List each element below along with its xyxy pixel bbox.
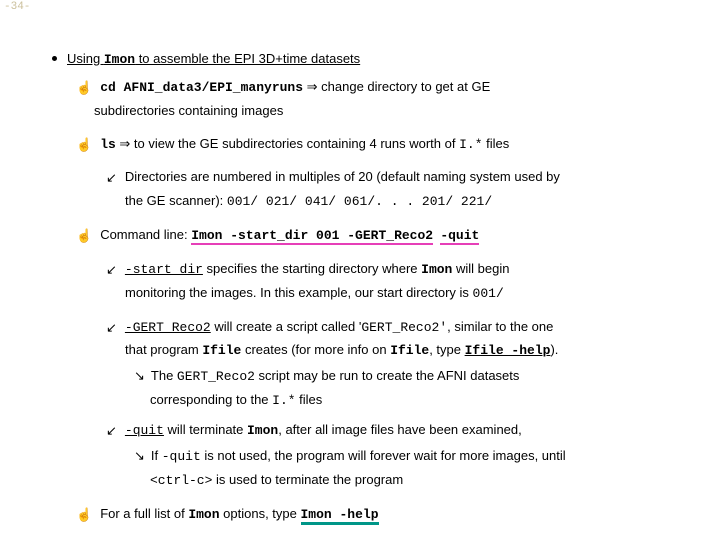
item-cd: ☝ cd AFNI_data3/EPI_manyruns ⇒ change di… (76, 78, 692, 98)
main-bullet: Using Imon to assemble the EPI 3D+time d… (52, 50, 692, 70)
item-gert-cont: that program Ifile creates (for more inf… (125, 341, 692, 361)
item-gert: ↙ -GERT_Reco2 will create a script calle… (106, 318, 692, 338)
item-gert-sub-cont: corresponding to the I.* files (150, 391, 692, 411)
item-quit: ↙ -quit will terminate Imon, after all i… (106, 421, 692, 441)
item-quit-sub-cont: <ctrl-c> is used to terminate the progra… (150, 471, 692, 491)
item-gert-text: -GERT_Reco2 will create a script called … (125, 318, 553, 338)
arrow-sw-icon: ↙ (106, 169, 117, 188)
page-number: -34- (4, 1, 30, 13)
item-help: ☝ For a full list of Imon options, type … (76, 505, 692, 525)
item-ls-text: ls ⇒ to view the GE subdirectories conta… (100, 135, 509, 155)
item-ls: ☝ ls ⇒ to view the GE subdirectories con… (76, 135, 692, 155)
item-gert-sub: ↘ The GERT_Reco2 script may be run to cr… (134, 367, 692, 387)
arrow-sw-icon: ↙ (106, 422, 117, 441)
finger-icon: ☝ (76, 136, 92, 155)
item-quit-sub: ↘ If -quit is not used, the program will… (134, 447, 692, 467)
item-startdir: ↙ -start_dir specifies the starting dire… (106, 260, 692, 280)
item-quit-sub-text: If -quit is not used, the program will f… (151, 447, 566, 467)
item-cd-cont: subdirectories containing images (94, 102, 692, 121)
item-dirs-cont: the GE scanner): 001/ 021/ 041/ 061/. . … (125, 192, 692, 212)
item-cd-text: cd AFNI_data3/EPI_manyruns ⇒ change dire… (100, 78, 490, 98)
item-startdir-text: -start_dir specifies the starting direct… (125, 260, 510, 280)
bullet-dot-icon (52, 56, 57, 61)
item-startdir-cont: monitoring the images. In this example, … (125, 284, 692, 304)
slide-body: Using Imon to assemble the EPI 3D+time d… (52, 50, 692, 524)
finger-icon: ☝ (76, 227, 92, 246)
item-help-text: For a full list of Imon options, type Im… (100, 505, 378, 525)
item-cmdline-text: Command line: Imon -start_dir 001 -GERT_… (100, 226, 479, 246)
arrow-se-icon: ↘ (134, 447, 145, 466)
arrow-sw-icon: ↙ (106, 319, 117, 338)
main-text: Using Imon to assemble the EPI 3D+time d… (67, 50, 360, 70)
finger-icon: ☝ (76, 506, 92, 525)
arrow-sw-icon: ↙ (106, 261, 117, 280)
item-cmdline: ☝ Command line: Imon -start_dir 001 -GER… (76, 226, 692, 246)
item-gert-sub-text: The GERT_Reco2 script may be run to crea… (151, 367, 520, 387)
finger-icon: ☝ (76, 79, 92, 98)
arrow-se-icon: ↘ (134, 367, 145, 386)
item-quit-text: -quit will terminate Imon, after all ima… (125, 421, 522, 441)
item-dirs-text: Directories are numbered in multiples of… (125, 168, 560, 187)
item-dirs: ↙ Directories are numbered in multiples … (106, 168, 692, 188)
